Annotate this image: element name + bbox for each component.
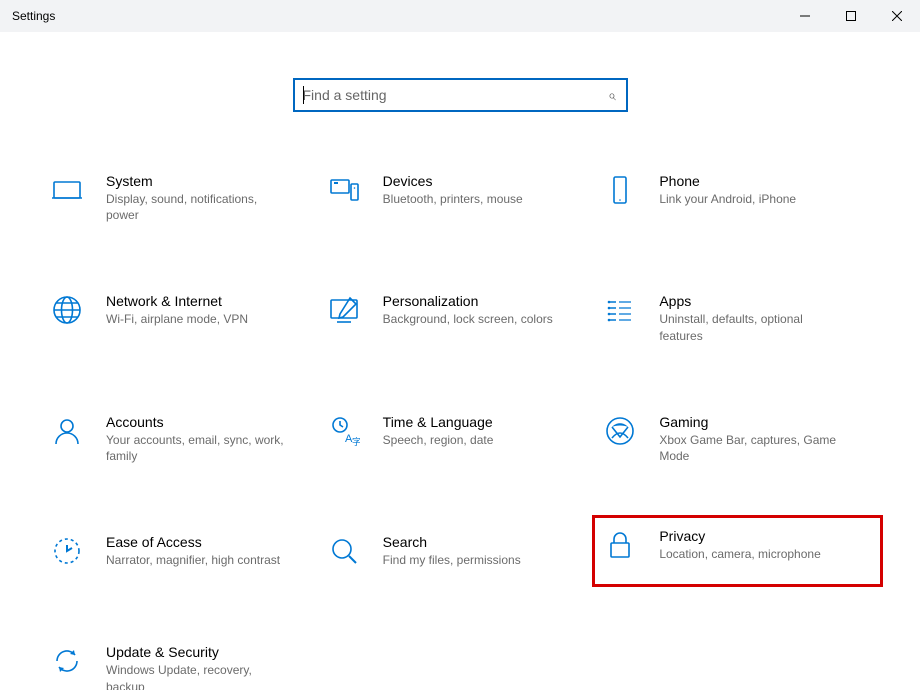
- category-system[interactable]: System Display, sound, notifications, pow…: [50, 167, 317, 229]
- accounts-icon: [50, 414, 84, 448]
- category-title: Search: [383, 534, 562, 550]
- category-network[interactable]: Network & Internet Wi-Fi, airplane mode, …: [50, 287, 317, 349]
- category-title: Gaming: [659, 414, 838, 430]
- category-title: Ease of Access: [106, 534, 285, 550]
- phone-icon: [603, 173, 637, 207]
- window-title: Settings: [12, 9, 55, 23]
- search-container: ⌕: [0, 78, 920, 112]
- category-subtitle: Your accounts, email, sync, work, family: [106, 432, 285, 464]
- category-text: Devices Bluetooth, printers, mouse: [383, 173, 588, 207]
- category-text: Search Find my files, permissions: [383, 534, 588, 568]
- category-text: Network & Internet Wi-Fi, airplane mode, …: [106, 293, 311, 327]
- search-icon: ⌕: [608, 87, 616, 104]
- apps-icon: [603, 293, 637, 327]
- category-gaming[interactable]: Gaming Xbox Game Bar, captures, Game Mode: [603, 408, 870, 470]
- category-title: Privacy: [659, 528, 844, 544]
- window-controls: [782, 0, 920, 32]
- category-text: Accounts Your accounts, email, sync, work…: [106, 414, 311, 464]
- maximize-button[interactable]: [828, 0, 874, 32]
- category-subtitle: Speech, region, date: [383, 432, 562, 448]
- category-ease-of-access[interactable]: Ease of Access Narrator, magnifier, high …: [50, 528, 317, 580]
- devices-icon: [327, 173, 361, 207]
- minimize-button[interactable]: [782, 0, 828, 32]
- category-subtitle: Uninstall, defaults, optional features: [659, 311, 838, 343]
- category-subtitle: Background, lock screen, colors: [383, 311, 562, 327]
- category-title: Apps: [659, 293, 838, 309]
- category-privacy[interactable]: Privacy Location, camera, microphone: [599, 522, 876, 580]
- network-icon: [50, 293, 84, 327]
- close-button[interactable]: [874, 0, 920, 32]
- ease-of-access-icon: [50, 534, 84, 568]
- category-text: Personalization Background, lock screen, …: [383, 293, 588, 327]
- category-phone[interactable]: Phone Link your Android, iPhone: [603, 167, 870, 229]
- category-personalization[interactable]: Personalization Background, lock screen, …: [327, 287, 594, 349]
- search-box[interactable]: ⌕: [293, 78, 628, 112]
- update-security-icon: [50, 644, 84, 678]
- category-text: Time & Language Speech, region, date: [383, 414, 588, 448]
- category-text: Update & Security Windows Update, recover…: [106, 644, 311, 690]
- privacy-icon: [603, 528, 637, 562]
- gaming-icon: [603, 414, 637, 448]
- category-title: Network & Internet: [106, 293, 285, 309]
- category-subtitle: Wi-Fi, airplane mode, VPN: [106, 311, 285, 327]
- category-title: System: [106, 173, 285, 189]
- category-title: Personalization: [383, 293, 562, 309]
- category-title: Devices: [383, 173, 562, 189]
- category-title: Phone: [659, 173, 838, 189]
- settings-grid: System Display, sound, notifications, pow…: [50, 167, 870, 690]
- category-subtitle: Find my files, permissions: [383, 552, 562, 568]
- category-text: Apps Uninstall, defaults, optional featur…: [659, 293, 864, 343]
- category-subtitle: Narrator, magnifier, high contrast: [106, 552, 285, 568]
- category-text: System Display, sound, notifications, pow…: [106, 173, 311, 223]
- time-language-icon: [327, 414, 361, 448]
- category-title: Update & Security: [106, 644, 285, 660]
- category-subtitle: Link your Android, iPhone: [659, 191, 838, 207]
- category-apps[interactable]: Apps Uninstall, defaults, optional featur…: [603, 287, 870, 349]
- system-icon: [50, 173, 84, 207]
- category-time-language[interactable]: Time & Language Speech, region, date: [327, 408, 594, 470]
- category-title: Accounts: [106, 414, 285, 430]
- search-input[interactable]: [303, 87, 604, 103]
- category-update-security[interactable]: Update & Security Windows Update, recover…: [50, 638, 317, 690]
- personalization-icon: [327, 293, 361, 327]
- category-subtitle: Windows Update, recovery, backup: [106, 662, 285, 690]
- category-subtitle: Bluetooth, printers, mouse: [383, 191, 562, 207]
- category-title: Time & Language: [383, 414, 562, 430]
- category-text: Ease of Access Narrator, magnifier, high …: [106, 534, 311, 568]
- category-subtitle: Display, sound, notifications, power: [106, 191, 285, 223]
- titlebar: Settings: [0, 0, 920, 32]
- category-accounts[interactable]: Accounts Your accounts, email, sync, work…: [50, 408, 317, 470]
- category-text: Privacy Location, camera, microphone: [659, 528, 870, 562]
- search-icon: [327, 534, 361, 568]
- category-text: Phone Link your Android, iPhone: [659, 173, 864, 207]
- category-devices[interactable]: Devices Bluetooth, printers, mouse: [327, 167, 594, 229]
- category-search[interactable]: Search Find my files, permissions: [327, 528, 594, 580]
- category-subtitle: Xbox Game Bar, captures, Game Mode: [659, 432, 838, 464]
- category-subtitle: Location, camera, microphone: [659, 546, 844, 562]
- category-text: Gaming Xbox Game Bar, captures, Game Mode: [659, 414, 864, 464]
